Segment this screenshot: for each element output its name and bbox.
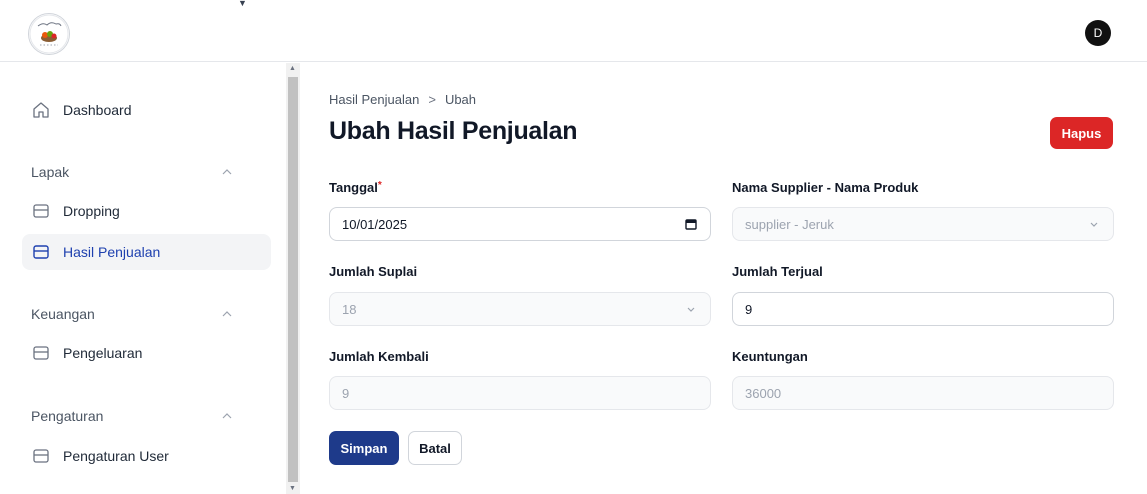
- jumlah-terjual-label: Jumlah Terjual: [732, 264, 823, 279]
- cancel-button[interactable]: Batal: [408, 431, 462, 465]
- jumlah-kembali-input: 9: [329, 376, 711, 410]
- sidebar-item-label: Pengaturan User: [63, 448, 169, 464]
- tanggal-label: Tanggal*: [329, 180, 382, 195]
- tanggal-label-text: Tanggal: [329, 180, 378, 195]
- breadcrumb-parent-link[interactable]: Hasil Penjualan: [329, 92, 419, 107]
- caret-down-icon[interactable]: ▼: [238, 0, 247, 8]
- sidebar-scrollbar[interactable]: ▲ ▼: [286, 63, 300, 494]
- jumlah-kembali-value: 9: [342, 385, 350, 401]
- supplier-produk-label: Nama Supplier - Nama Produk: [732, 180, 919, 195]
- jumlah-kembali-label: Jumlah Kembali: [329, 349, 429, 364]
- jumlah-terjual-input[interactable]: 9: [732, 292, 1114, 326]
- sidebar-item-label: Dropping: [63, 203, 120, 219]
- scrollbar-thumb[interactable]: [288, 77, 298, 482]
- sidebar-item-hasil-penjualan[interactable]: Hasil Penjualan: [22, 234, 271, 270]
- breadcrumb-current: Ubah: [444, 92, 477, 107]
- jumlah-suplai-label: Jumlah Suplai: [329, 264, 418, 279]
- tanggal-date-input[interactable]: 10/01/2025: [329, 207, 711, 241]
- sidebar-item-dashboard[interactable]: Dashboard: [22, 92, 271, 128]
- inbox-icon: [32, 447, 50, 465]
- jumlah-suplai-value: 18: [342, 301, 357, 317]
- home-icon: [32, 101, 50, 119]
- chevron-up-icon[interactable]: [220, 409, 234, 423]
- store-logo-icon[interactable]: [28, 13, 70, 55]
- sidebar-item-label: Pengeluaran: [63, 345, 143, 361]
- calendar-icon[interactable]: [684, 217, 698, 231]
- required-mark: *: [377, 180, 382, 191]
- sidebar-item-label: Hasil Penjualan: [63, 244, 161, 260]
- sidebar-item-pengaturan-user[interactable]: Pengaturan User: [22, 438, 271, 474]
- jumlah-suplai-select: 18: [329, 292, 711, 326]
- sidebar-group-keuangan[interactable]: Keuangan: [31, 306, 95, 322]
- breadcrumb-separator: >: [428, 92, 436, 107]
- chevron-down-icon: [1087, 217, 1101, 231]
- top-bar: ▼ D: [0, 0, 1147, 62]
- scroll-up-icon[interactable]: ▲: [289, 65, 296, 72]
- keuntungan-value: 36000: [745, 385, 782, 401]
- sidebar-item-label: Dashboard: [63, 102, 132, 118]
- breadcrumb: Hasil Penjualan > Ubah: [329, 92, 476, 107]
- chevron-down-icon: [684, 302, 698, 316]
- tanggal-value: 10/01/2025: [342, 216, 408, 232]
- supplier-produk-select: supplier - Jeruk: [732, 207, 1114, 241]
- page-title: Ubah Hasil Penjualan: [329, 117, 578, 145]
- sidebar-item-dropping[interactable]: Dropping: [22, 193, 271, 229]
- sidebar-item-pengeluaran[interactable]: Pengeluaran: [22, 335, 271, 371]
- user-avatar[interactable]: D: [1085, 20, 1111, 46]
- keuntungan-input: 36000: [732, 376, 1114, 410]
- jumlah-terjual-value: 9: [745, 301, 753, 317]
- sidebar-group-lapak[interactable]: Lapak: [31, 164, 69, 180]
- avatar-initial: D: [1093, 26, 1103, 40]
- scroll-down-icon[interactable]: ▼: [289, 485, 296, 492]
- inbox-icon: [32, 202, 50, 220]
- inbox-icon: [32, 344, 50, 362]
- delete-button[interactable]: Hapus: [1050, 117, 1113, 149]
- chevron-up-icon[interactable]: [220, 307, 234, 321]
- inbox-icon: [32, 243, 50, 261]
- supplier-produk-value: supplier - Jeruk: [745, 216, 834, 232]
- keuntungan-label: Keuntungan: [732, 349, 808, 364]
- sidebar: Dashboard Lapak Dropping Hasil Penjualan…: [0, 63, 286, 494]
- sidebar-group-pengaturan[interactable]: Pengaturan: [31, 408, 103, 424]
- chevron-up-icon[interactable]: [220, 165, 234, 179]
- save-button[interactable]: Simpan: [329, 431, 399, 465]
